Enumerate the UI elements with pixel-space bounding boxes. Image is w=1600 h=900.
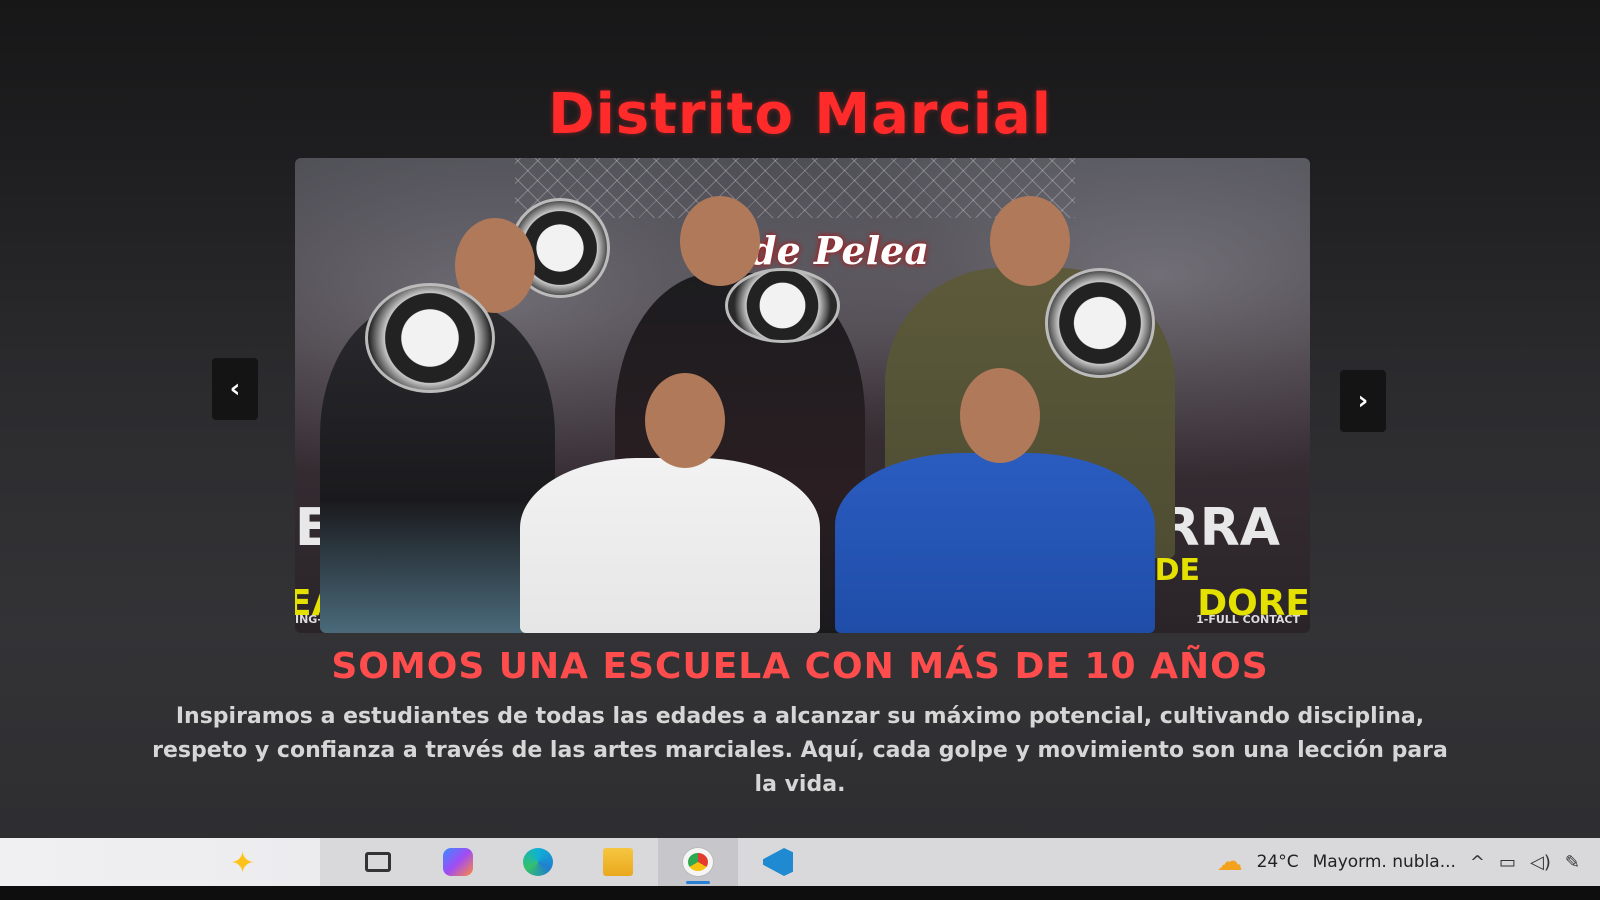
cage-net — [515, 158, 1075, 218]
system-tray: ☁ 24°C Mayorm. nubla... ^ ▭ ◁) ✎ — [1217, 847, 1600, 877]
weather-temperature[interactable]: 24°C — [1257, 852, 1299, 872]
section-description: Inspiramos a estudiantes de todas las ed… — [152, 704, 1448, 797]
browser-viewport: Distrito Marcial ‹ de Pelea ERR DE EADO … — [0, 0, 1600, 838]
task-view-button[interactable] — [338, 838, 418, 886]
fighter-4 — [520, 458, 820, 633]
banner-right-small: 1-FULL CONTACT — [1196, 613, 1300, 626]
file-explorer-icon — [603, 848, 633, 876]
championship-belt-3 — [1045, 268, 1155, 378]
page-title: Distrito Marcial — [548, 82, 1052, 147]
file-explorer-button[interactable] — [578, 838, 658, 886]
volume-icon[interactable]: ◁) — [1530, 852, 1551, 873]
section-headline: SOMOS UNA ESCUELA CON MÁS DE 10 AÑOS — [331, 646, 1269, 687]
championship-belt-2 — [725, 268, 840, 343]
fighter-2-head — [680, 196, 760, 286]
banner-script-text: de Pelea — [750, 228, 929, 273]
weather-cloud-sun-icon[interactable]: ☁ — [1217, 847, 1243, 877]
task-view-icon — [365, 852, 391, 872]
banner-right-text: RRA — [1159, 498, 1280, 558]
taskbar-apps — [338, 838, 818, 886]
taskbar-search-area[interactable]: ✦ — [0, 838, 320, 886]
banner-right-de: DE — [1154, 553, 1200, 588]
fighter-5-head — [960, 368, 1040, 463]
fighter-5 — [835, 453, 1155, 633]
hero-carousel-image: de Pelea ERR DE EADO ING-K1-FULL RRA DE … — [295, 158, 1310, 633]
chevron-left-icon: ‹ — [229, 374, 241, 404]
vscode-icon — [763, 848, 793, 876]
network-icon[interactable]: ▭ — [1499, 852, 1516, 873]
chrome-button[interactable] — [658, 838, 738, 886]
fighter-4-head — [645, 373, 725, 468]
sparkle-icon: ✦ — [230, 846, 256, 881]
carousel-prev-button[interactable]: ‹ — [212, 358, 258, 420]
chrome-icon — [683, 848, 713, 876]
weather-condition[interactable]: Mayorm. nubla... — [1313, 852, 1456, 872]
edge-icon — [523, 848, 553, 876]
chevron-right-icon: › — [1357, 386, 1369, 416]
copilot-icon — [443, 848, 473, 876]
chevron-up-icon[interactable]: ^ — [1470, 852, 1485, 873]
copilot-button[interactable] — [418, 838, 498, 886]
edge-button[interactable] — [498, 838, 578, 886]
screen-bezel — [0, 886, 1600, 900]
pen-icon[interactable]: ✎ — [1565, 852, 1580, 873]
vscode-button[interactable] — [738, 838, 818, 886]
windows-taskbar: ✦ ☁ 24°C Mayorm. nubla... ^ ▭ ◁) ✎ — [0, 838, 1600, 886]
championship-belt-1 — [365, 283, 495, 393]
fighter-3-head — [990, 196, 1070, 286]
carousel-next-button[interactable]: › — [1340, 370, 1386, 432]
